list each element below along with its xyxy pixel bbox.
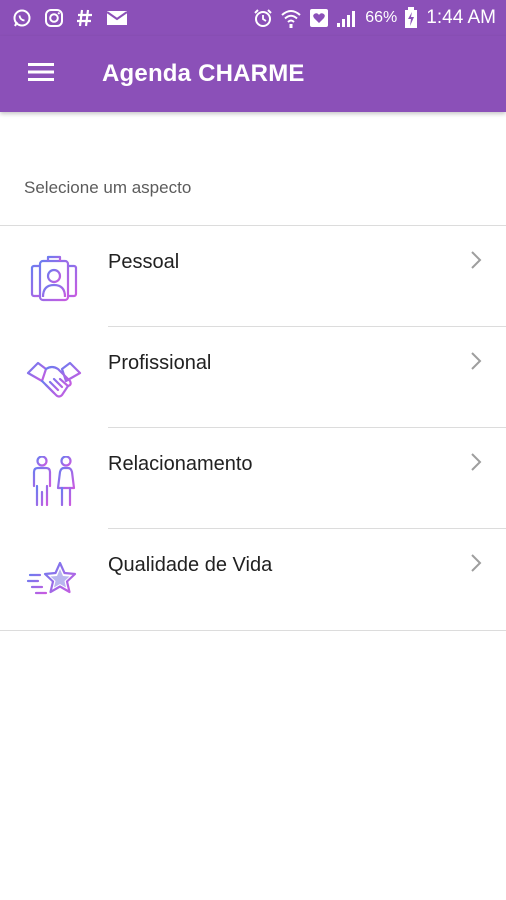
- hashtag-icon: [76, 8, 94, 28]
- handshake-icon: [26, 355, 82, 405]
- status-bar-system: 66% 1:44 AM: [246, 7, 496, 29]
- chevron-right-icon: [470, 351, 482, 371]
- list-item-qualidade-de-vida[interactable]: Qualidade de Vida: [0, 529, 506, 630]
- chevron-right-icon: [470, 250, 482, 270]
- chevron-right-icon: [470, 452, 482, 472]
- battery-charging-icon: [404, 7, 418, 29]
- alarm-icon: [253, 8, 273, 28]
- chevron-right-icon: [470, 553, 482, 573]
- couple-icon: [26, 455, 82, 507]
- aspect-list: Pessoal Profissional Relacionamento Qual…: [0, 225, 506, 631]
- status-bar-notifications: [12, 8, 140, 28]
- list-item-label: Pessoal: [108, 251, 180, 273]
- wifi-icon: [280, 7, 302, 29]
- app-bar: Agenda CHARME: [0, 36, 506, 112]
- list-item-relacionamento[interactable]: Relacionamento: [0, 428, 506, 529]
- list-item-label: Relacionamento: [108, 453, 253, 475]
- battery-percent: 66%: [365, 9, 398, 26]
- signal-icon: [336, 8, 358, 28]
- clock: 1:44 AM: [426, 7, 496, 28]
- list-item-label: Profissional: [108, 352, 212, 374]
- menu-button[interactable]: [24, 60, 58, 88]
- status-bar: 66% 1:44 AM: [0, 0, 506, 36]
- mail-icon: [106, 9, 128, 27]
- hamburger-menu-icon: [27, 61, 55, 88]
- list-item-label: Qualidade de Vida: [108, 554, 273, 576]
- page-title: Agenda CHARME: [102, 60, 305, 87]
- personal-profile-icon: [26, 254, 82, 304]
- list-item-profissional[interactable]: Profissional: [0, 327, 506, 428]
- section-label: Selecione um aspecto: [24, 178, 192, 197]
- whatsapp-icon: [12, 8, 32, 28]
- star-icon: [26, 557, 82, 607]
- heart-notification-icon: [309, 8, 329, 28]
- list-item-pessoal[interactable]: Pessoal: [0, 226, 506, 327]
- instagram-icon: [44, 8, 64, 28]
